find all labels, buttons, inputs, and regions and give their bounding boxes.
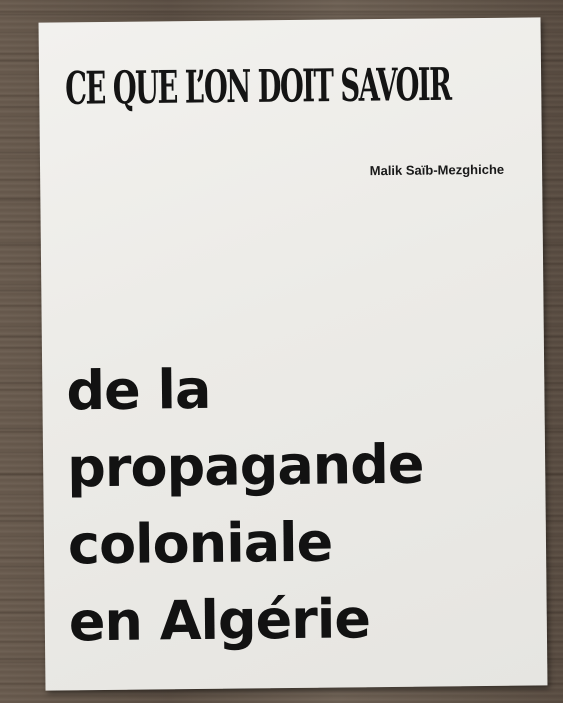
series-title: CE QUE L’ON DOIT SAVOIR xyxy=(64,58,451,116)
book-cover: CE QUE L’ON DOIT SAVOIR Malik Saïb-Mezgh… xyxy=(38,17,548,691)
author-name: Malik Saïb-Mezghiche xyxy=(369,161,505,179)
title-line-2: propagande xyxy=(66,432,424,500)
title-line-4: en Algérie xyxy=(68,587,371,654)
title-line-3: coloniale xyxy=(67,510,333,577)
book-title: de la propagande coloniale en Algérie xyxy=(66,349,426,661)
title-line-1: de la xyxy=(66,357,211,423)
